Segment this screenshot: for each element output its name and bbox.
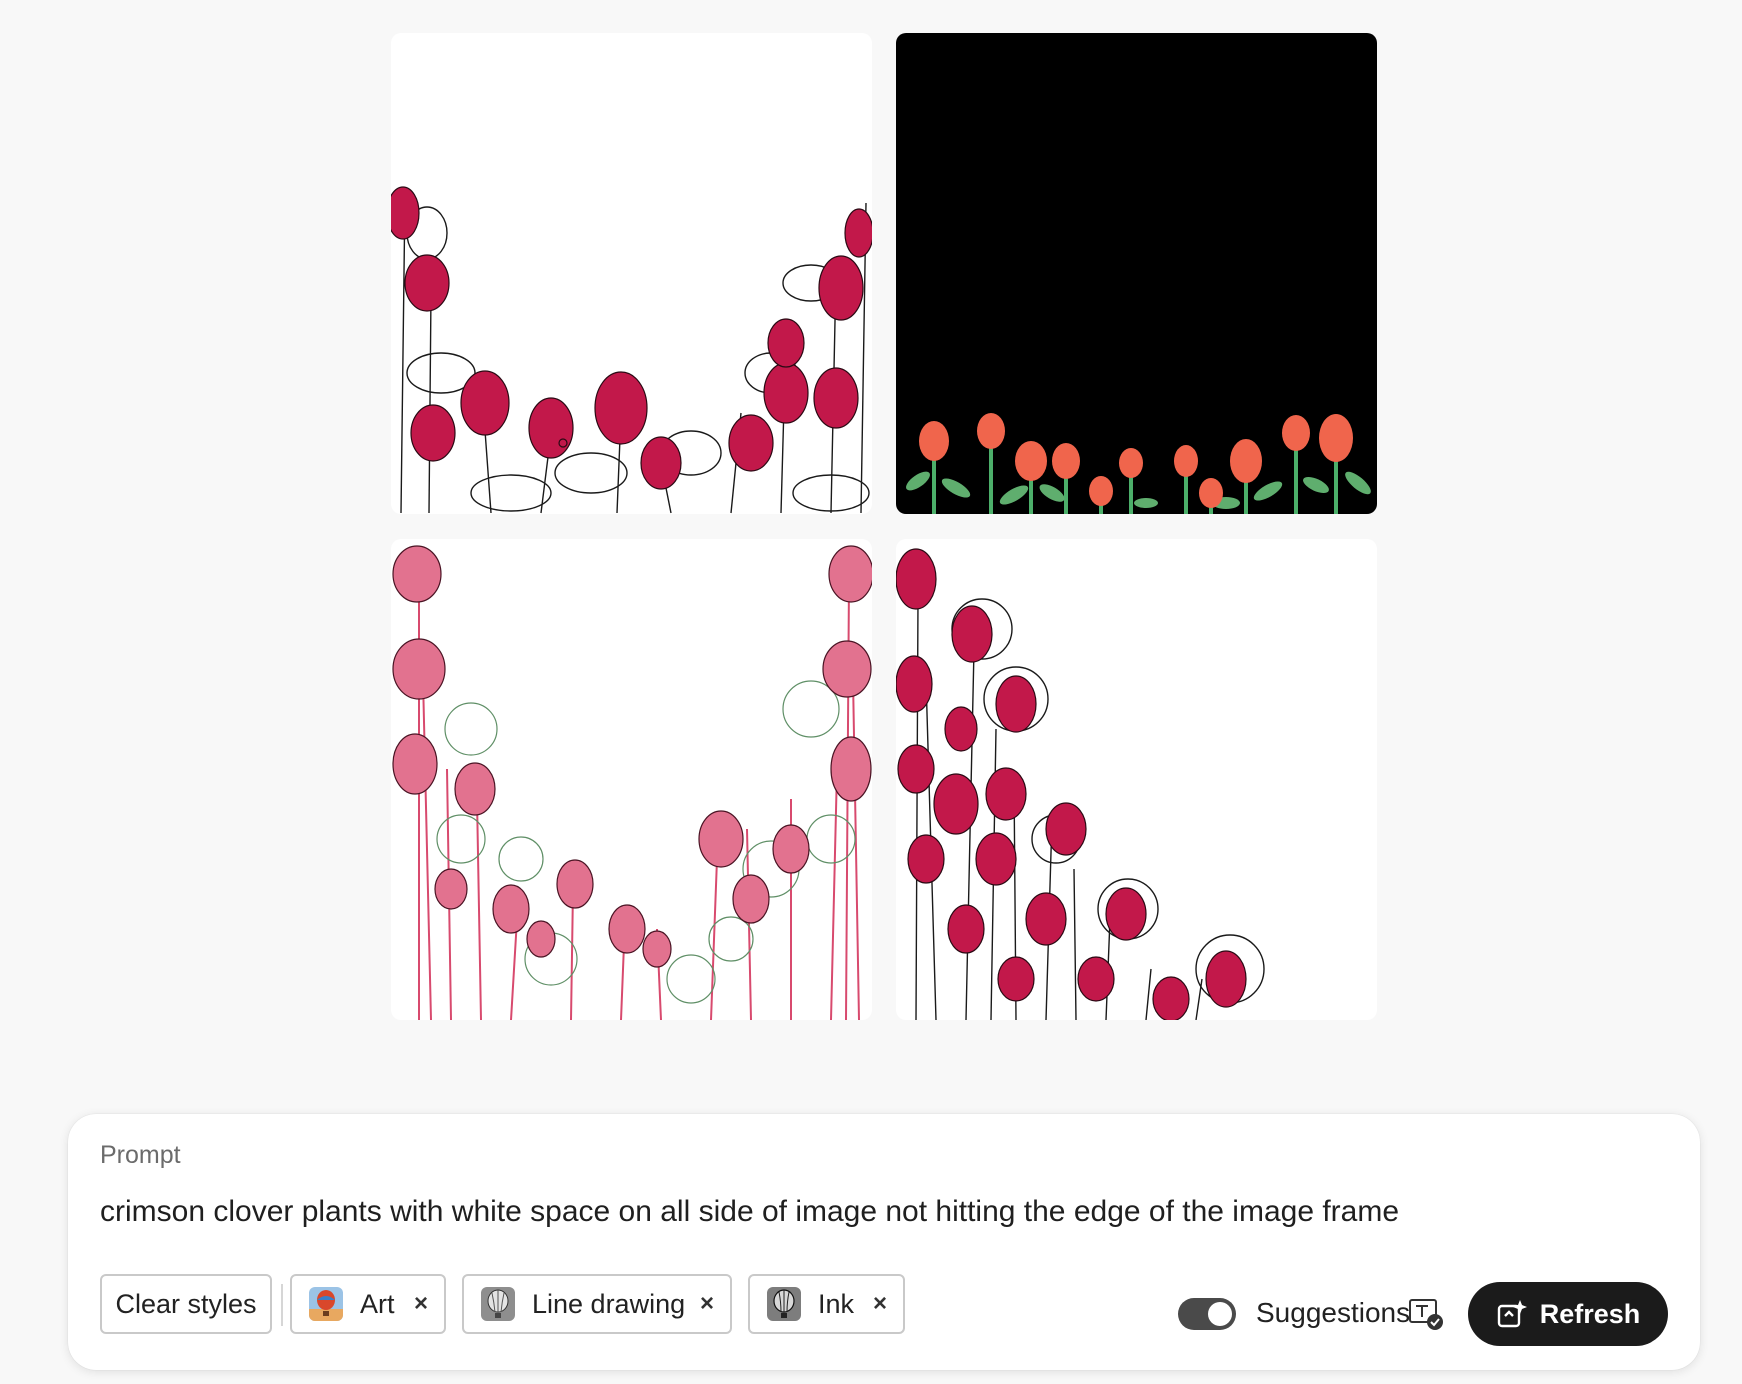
clover-illustration-3 <box>392 545 872 1020</box>
style-chip-line-drawing[interactable]: Line drawing × <box>462 1274 732 1334</box>
style-chip-art[interactable]: Art × <box>290 1274 446 1334</box>
style-chip-ink[interactable]: Ink × <box>748 1274 905 1334</box>
text-check-icon[interactable] <box>1408 1296 1444 1332</box>
suggestions-toggle[interactable] <box>1178 1298 1236 1330</box>
style-chip-label: Art <box>360 1288 395 1319</box>
remove-style-icon[interactable]: × <box>700 1290 714 1318</box>
hot-air-balloon-ink-icon <box>767 1287 801 1321</box>
remove-style-icon[interactable]: × <box>414 1290 428 1318</box>
prompt-label: Prompt <box>100 1141 181 1169</box>
result-image-3[interactable] <box>391 539 872 1020</box>
clear-styles-button[interactable]: Clear styles <box>100 1274 272 1334</box>
result-image-2[interactable] <box>896 33 1377 514</box>
prompt-panel: Prompt crimson clover plants with white … <box>68 1114 1700 1370</box>
image-results-grid <box>391 33 1378 1020</box>
refresh-label: Refresh <box>1539 1298 1641 1329</box>
result-image-4[interactable] <box>896 539 1377 1020</box>
suggestions-label: Suggestions <box>1256 1297 1411 1328</box>
result-image-1[interactable] <box>391 33 872 514</box>
toggle-knob <box>1208 1302 1232 1326</box>
clover-illustration-4 <box>896 548 1265 1020</box>
refresh-button[interactable]: Refresh <box>1468 1282 1668 1346</box>
chip-divider <box>281 1284 283 1326</box>
clover-illustration-1 <box>391 186 872 514</box>
clear-styles-label: Clear styles <box>115 1288 257 1319</box>
style-chip-label: Ink <box>818 1288 855 1319</box>
hot-air-balloon-sketch-icon <box>481 1287 515 1321</box>
prompt-input[interactable]: crimson clover plants with white space o… <box>100 1195 1399 1229</box>
style-chip-label: Line drawing <box>532 1288 686 1319</box>
remove-style-icon[interactable]: × <box>873 1290 887 1318</box>
clover-illustration-2 <box>906 413 1371 514</box>
hot-air-balloon-color-icon <box>309 1287 343 1321</box>
sparkle-refresh-icon <box>1497 1300 1527 1328</box>
